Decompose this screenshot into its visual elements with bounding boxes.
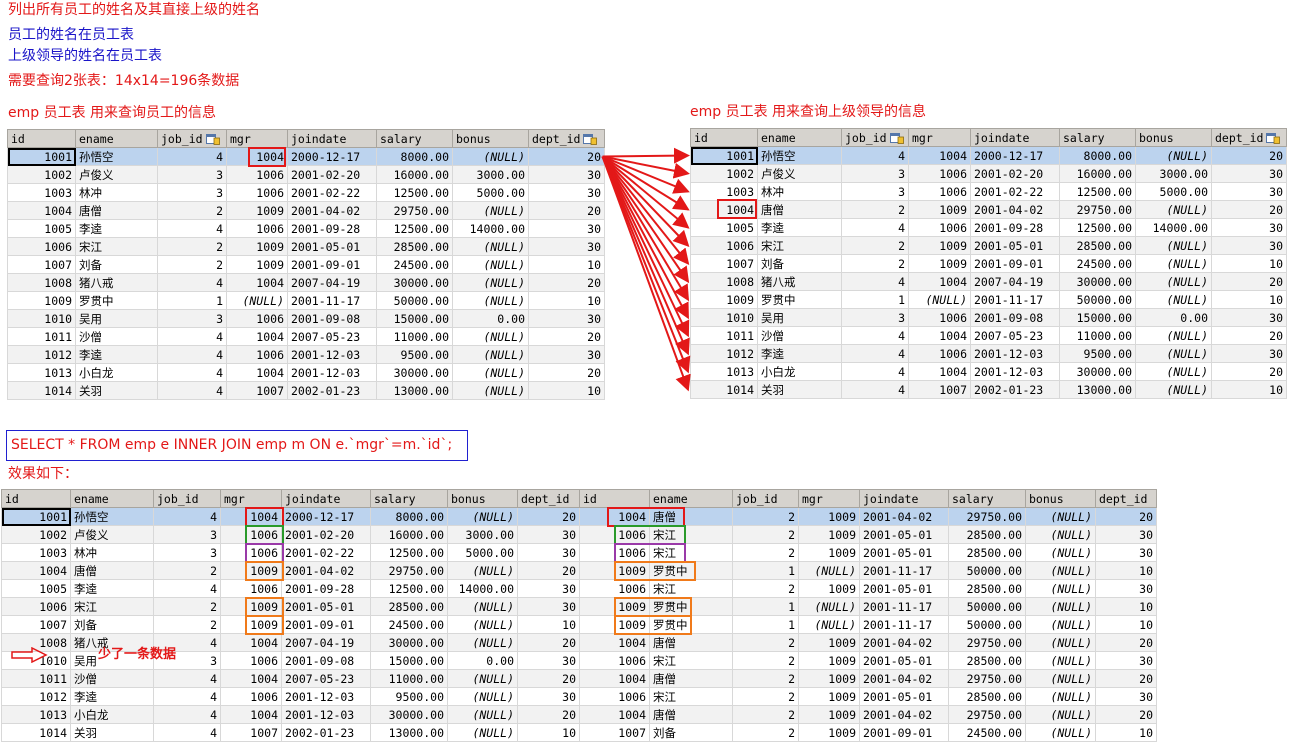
join-arrow <box>601 155 690 302</box>
join-arrow <box>602 147 690 164</box>
join-arrow <box>601 156 689 320</box>
join-arrows <box>601 147 691 392</box>
